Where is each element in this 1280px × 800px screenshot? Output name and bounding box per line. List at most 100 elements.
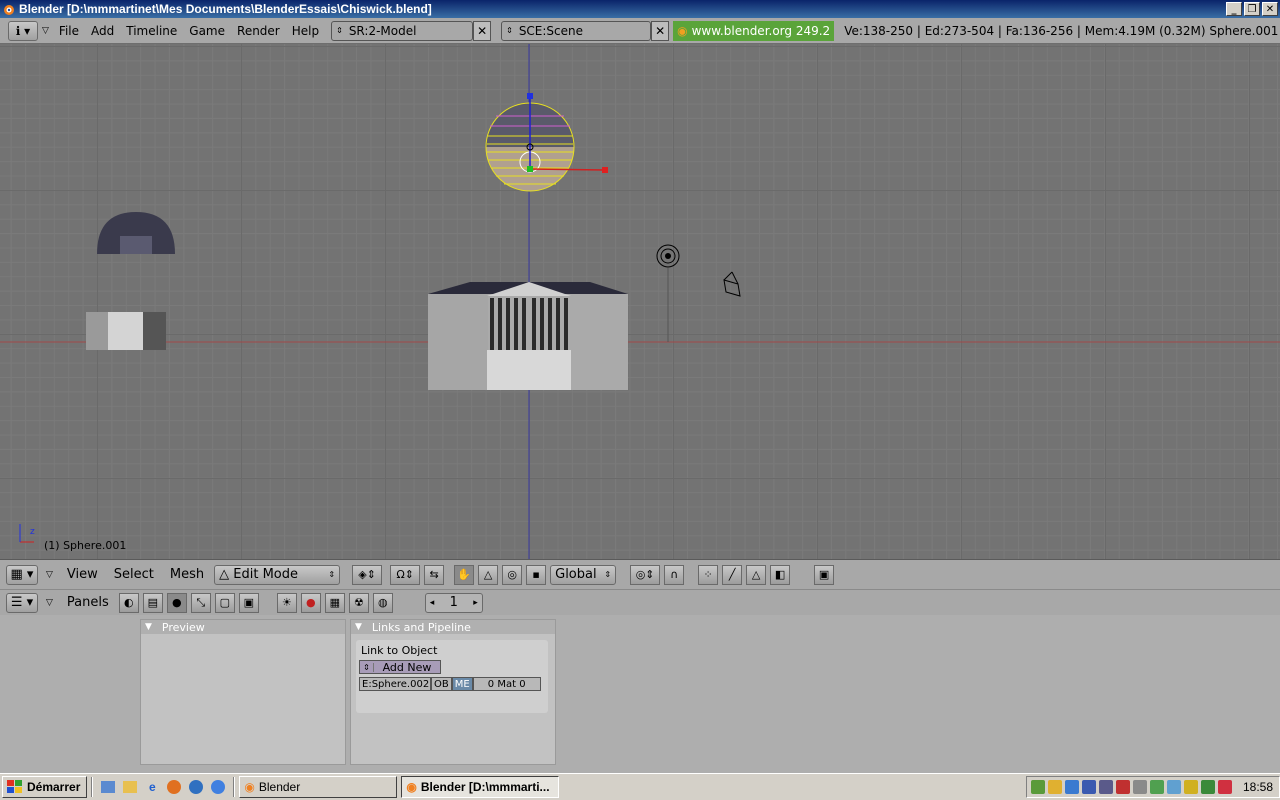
mesh-name-field[interactable]: E:Sphere.002 (359, 677, 431, 691)
collapse-menu-icon[interactable]: ▽ (46, 598, 53, 608)
3d-viewport[interactable]: z (1) Sphere.001 (0, 44, 1280, 559)
menu-add[interactable]: Add (85, 24, 120, 38)
tray-volume-icon[interactable] (1132, 780, 1147, 794)
tray-alert-icon[interactable] (1115, 780, 1130, 794)
delete-screen-button[interactable]: ✕ (473, 20, 492, 41)
radiosity-buttons-icon[interactable]: ☢ (348, 592, 369, 613)
viewport-scene: z (0, 44, 1280, 559)
face-select-icon[interactable]: △ (746, 564, 767, 585)
minimize-button[interactable]: _ (1226, 2, 1242, 16)
menu-render[interactable]: Render (231, 24, 286, 38)
mode-select[interactable]: △ Edit Mode ⇕ (214, 564, 341, 585)
occlude-geometry-icon[interactable]: ◧ (770, 564, 791, 585)
start-button[interactable]: Démarrer (2, 776, 88, 798)
mesh-link-row: E:Sphere.002 OB ME 0 Mat 0 (359, 677, 541, 691)
scale-manipulator-icon[interactable]: ▪ (526, 564, 547, 585)
menu-help[interactable]: Help (286, 24, 325, 38)
collapse-menu-icon[interactable]: ▽ (46, 570, 53, 580)
buttons-window: ▼ Preview ▼ Links and Pipeline Link to Obj… (0, 615, 1280, 773)
taskbar-item-blender[interactable]: ◉ Blender (239, 776, 398, 798)
close-button[interactable]: ✕ (1262, 2, 1278, 16)
draw-type-select[interactable]: ◈⇕ (352, 564, 383, 585)
render-preview-icon[interactable]: ▣ (814, 564, 835, 585)
material-index-field[interactable]: 0 Mat 0 (472, 677, 541, 691)
tray-network-icon[interactable] (1030, 780, 1045, 794)
messenger-icon[interactable] (187, 778, 205, 796)
menu-timeline[interactable]: Timeline (120, 24, 183, 38)
collapse-menu-icon[interactable]: ▽ (42, 26, 49, 36)
taskbar-item-blender-active[interactable]: ◉ Blender [D:\mmmarti... (401, 776, 560, 798)
scene-selector[interactable]: ⇕ SCE:Scene (501, 20, 652, 41)
editing-context-icon[interactable]: ▢ (214, 592, 235, 613)
align-view-icon[interactable]: ⇆ (424, 564, 445, 585)
tray-battery-icon[interactable] (1200, 780, 1215, 794)
tray-security-icon[interactable] (1047, 780, 1062, 794)
add-new-material-button[interactable]: ⇕ Add New (359, 660, 441, 674)
show-desktop-icon[interactable] (99, 778, 117, 796)
frame-field[interactable]: ◂ 1 ▸ (424, 592, 483, 613)
vertex-select-icon[interactable]: ⁘ (698, 564, 719, 585)
preview-panel-title: Preview (161, 620, 205, 634)
camera-object (723, 271, 741, 297)
restore-button[interactable]: ❐ (1244, 2, 1260, 16)
object-context-icon[interactable]: ⤡ (190, 592, 211, 613)
tray-antivirus-icon[interactable] (1217, 780, 1232, 794)
window-type-3dview-icon[interactable]: ▦ ▾ (6, 564, 38, 585)
dome-object (97, 212, 175, 254)
logic-context-icon[interactable]: ◐ (118, 592, 139, 613)
menu-game[interactable]: Game (183, 24, 231, 38)
translate-manipulator-icon[interactable]: △ (478, 564, 499, 585)
pivot-select[interactable]: Ω⇕ (390, 564, 421, 585)
cube-object (86, 312, 166, 350)
firefox-icon[interactable] (165, 778, 183, 796)
preview-panel: ▼ Preview (140, 619, 346, 765)
menu-mesh[interactable]: Mesh (164, 567, 210, 582)
windows-taskbar: Démarrer e ◉ Blender ◉ Blender [D:\mmmarti… (0, 773, 1280, 800)
delete-scene-button[interactable]: ✕ (651, 20, 670, 41)
link-to-object-box: Link to Object ⇕ Add New E:Sphere.002 OB … (356, 640, 548, 713)
script-context-icon[interactable]: ▤ (142, 592, 163, 613)
scene-context-icon[interactable]: ▣ (238, 592, 259, 613)
tray-nvidia-icon[interactable] (1149, 780, 1164, 794)
media-player-icon[interactable] (209, 778, 227, 796)
windows-logo-icon (7, 780, 22, 793)
world-buttons-icon[interactable]: ◍ (372, 592, 393, 613)
menu-view[interactable]: View (61, 567, 104, 582)
menu-select[interactable]: Select (108, 567, 160, 582)
texture-buttons-icon[interactable]: ▦ (324, 592, 345, 613)
links-panel-title: Links and Pipeline (371, 620, 471, 634)
window-type-buttons-icon[interactable]: ☰ ▾ (6, 592, 38, 613)
menu-file[interactable]: File (53, 24, 85, 38)
collapse-triangle-icon[interactable]: ▼ (355, 622, 362, 632)
snap-icon[interactable]: ∩ (664, 564, 685, 585)
screen-selector[interactable]: ⇕ SR:2-Model (331, 20, 474, 41)
proportional-edit-icon[interactable]: ◎⇕ (630, 564, 661, 585)
panels-menu[interactable]: Panels (61, 595, 115, 610)
shading-context-icon[interactable]: ● (166, 592, 187, 613)
window-title: Blender [D:\mmmartinet\Mes Documents\Ble… (19, 2, 432, 16)
explorer-icon[interactable] (121, 778, 139, 796)
ob-toggle[interactable]: OB (431, 677, 452, 691)
lamp-buttons-icon[interactable]: ☀ (276, 592, 297, 613)
me-toggle[interactable]: ME (451, 677, 473, 691)
tray-clock[interactable]: 18:58 (1243, 780, 1273, 794)
rotate-manipulator-icon[interactable]: ◎ (502, 564, 523, 585)
edge-select-icon[interactable]: ╱ (722, 564, 743, 585)
tray-wifi-icon[interactable] (1183, 780, 1198, 794)
blender-logo-icon: ◉ (244, 780, 255, 794)
tray-connection-icon[interactable] (1098, 780, 1113, 794)
window-titlebar[interactable]: Blender [D:\mmmartinet\Mes Documents\Ble… (0, 0, 1280, 18)
tray-display-icon[interactable] (1166, 780, 1181, 794)
villa-building-object (428, 282, 628, 390)
blender-version-badge: ◉ www.blender.org 249.2 (673, 20, 835, 41)
window-type-info-icon[interactable]: ℹ ▾ (8, 20, 38, 41)
collapse-triangle-icon[interactable]: ▼ (145, 622, 152, 632)
manipulator-toggle-hand-icon[interactable]: ✋ (454, 564, 475, 585)
tray-app-icon[interactable] (1064, 780, 1079, 794)
blender-logo-icon (4, 5, 14, 15)
internet-explorer-icon[interactable]: e (143, 778, 161, 796)
tray-bluetooth-icon[interactable] (1081, 780, 1096, 794)
link-to-object-label: Link to Object (361, 644, 438, 657)
material-buttons-icon[interactable]: ● (300, 592, 321, 613)
orientation-select[interactable]: Global ⇕ (550, 564, 617, 585)
